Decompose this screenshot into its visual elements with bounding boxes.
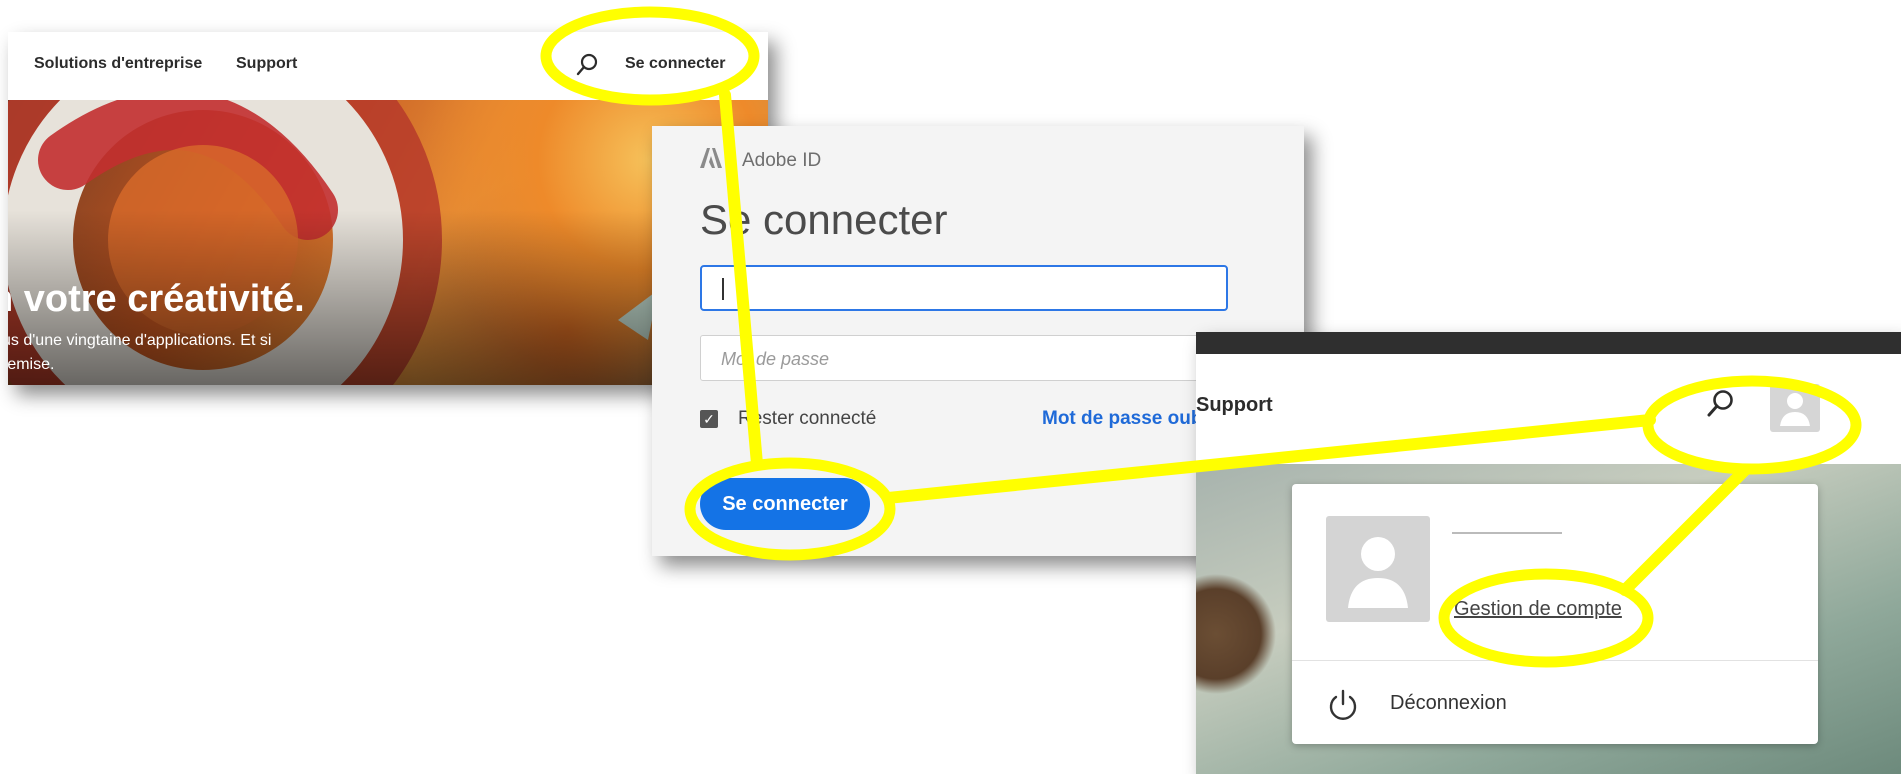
checkbox-check-icon: ✓: [703, 411, 715, 427]
user-name-redacted: [1452, 532, 1562, 534]
account-dropdown-menu: Gestion de compte Déconnexion: [1292, 484, 1818, 744]
search-icon[interactable]: [1704, 388, 1736, 420]
login-title: Se connecter: [700, 196, 948, 243]
text-caret: [722, 278, 724, 300]
menu-divider: [1292, 660, 1818, 661]
nav-link-solutions[interactable]: Solutions d'entreprise: [34, 55, 202, 73]
nav-link-support[interactable]: Support: [236, 55, 297, 73]
adobe-logo-icon: [700, 148, 722, 168]
password-input[interactable]: Mot de passe: [700, 335, 1260, 381]
hero-subtitle-line1: us d'une vingtaine d'applications. Et si: [8, 332, 272, 349]
signin-button[interactable]: Se connecter: [700, 478, 870, 530]
remember-me-label[interactable]: Rester connecté: [738, 408, 876, 430]
nav-signin-link[interactable]: Se connecter: [625, 55, 725, 73]
power-icon[interactable]: [1326, 688, 1360, 722]
remember-me-checkbox[interactable]: ✓: [700, 410, 718, 428]
email-input[interactable]: [700, 265, 1228, 311]
hero-headline: n votre créativité.: [8, 278, 305, 320]
logout-link[interactable]: Déconnexion: [1390, 692, 1507, 715]
forgot-password-link[interactable]: Mot de passe oub: [1042, 408, 1202, 430]
user-avatar-icon: [1780, 393, 1810, 426]
site-nav-bar: Solutions d'entreprise Support Se connec…: [8, 32, 768, 100]
search-icon[interactable]: [574, 52, 600, 78]
account-top-bar: [1196, 332, 1901, 354]
account-management-link[interactable]: Gestion de compte: [1454, 598, 1622, 621]
user-avatar: [1326, 516, 1430, 622]
account-nav-bar: Support: [1196, 354, 1901, 464]
nav-link-support[interactable]: Support: [1196, 394, 1273, 417]
hero-subtitle-line2: remise.: [8, 356, 55, 373]
user-avatar-icon: [1348, 537, 1408, 608]
user-avatar-button[interactable]: [1770, 384, 1820, 432]
account-menu-screenshot: Support Gestion de compte Déconnexion: [1196, 332, 1901, 774]
adobe-id-label: Adobe ID: [742, 150, 822, 171]
password-placeholder: Mot de passe: [721, 349, 830, 369]
